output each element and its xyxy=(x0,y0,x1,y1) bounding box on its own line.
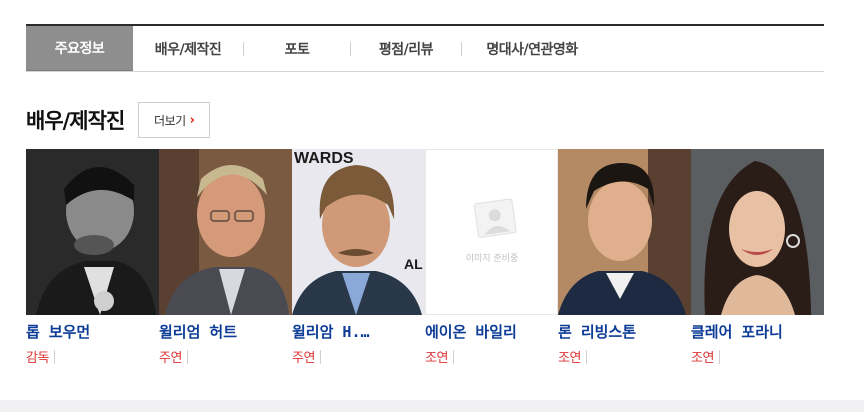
cast-name[interactable]: 클레어 포라니 xyxy=(691,321,824,342)
svg-text:이미지 준비중: 이미지 준비중 xyxy=(466,253,519,264)
cast-role: 조연 xyxy=(558,347,587,366)
cast-name[interactable]: 윌리엄 허트 xyxy=(159,321,292,342)
cast-role: 조연 xyxy=(691,347,720,366)
cast-section-header: 배우/제작진 더보기 › xyxy=(26,101,211,139)
cast-role: 조연 xyxy=(425,347,454,366)
cast-card: 론 리빙스톤 조연 xyxy=(558,149,691,369)
bottom-divider-strip xyxy=(0,400,864,412)
tab-ratings-reviews[interactable]: 평점/리뷰 xyxy=(351,26,461,71)
section-title: 배우/제작진 xyxy=(26,109,125,133)
info-tab-bar: 주요정보 배우/제작진 포토 평점/리뷰 명대사/연관영화 xyxy=(26,24,824,72)
more-button[interactable]: 더보기 › xyxy=(138,102,211,138)
cast-photo-placeholder[interactable]: 이미지 준비중 xyxy=(425,149,558,315)
cast-role: 주연 xyxy=(159,347,188,366)
svg-text:WARDS: WARDS xyxy=(294,150,354,167)
chevron-right-icon: › xyxy=(189,112,195,128)
cast-card: 윌리엄 허트 주연 xyxy=(159,149,292,369)
cast-card: 롭 보우먼 감독 xyxy=(26,149,159,369)
cast-card: WARDS AL 윌리암 H.… 주연 xyxy=(292,149,425,369)
cast-photo[interactable] xyxy=(558,149,691,315)
image-placeholder-icon: 이미지 준비중 xyxy=(426,150,557,314)
tab-quotes-related[interactable]: 명대사/연관영화 xyxy=(462,26,602,71)
cast-card: 이미지 준비중 에이온 바일리 조연 xyxy=(425,149,558,369)
cast-list: 롭 보우먼 감독 윌리엄 허트 주연 WARDS AL 윌리암 H.… 주연 이… xyxy=(26,149,824,369)
cast-photo[interactable] xyxy=(159,149,292,315)
cast-name[interactable]: 론 리빙스톤 xyxy=(558,321,691,342)
cast-name[interactable]: 윌리암 H.… xyxy=(292,321,425,342)
tab-cast-crew[interactable]: 배우/제작진 xyxy=(133,26,243,71)
cast-photo[interactable] xyxy=(691,149,824,315)
more-button-label: 더보기 xyxy=(154,113,186,128)
cast-name[interactable]: 에이온 바일리 xyxy=(425,321,558,342)
tab-main-info[interactable]: 주요정보 xyxy=(26,26,133,71)
cast-card: 클레어 포라니 조연 xyxy=(691,149,824,369)
cast-name[interactable]: 롭 보우먼 xyxy=(26,321,159,342)
svg-text:AL: AL xyxy=(404,256,423,272)
cast-role: 주연 xyxy=(292,347,321,366)
tab-photo[interactable]: 포토 xyxy=(244,26,350,71)
cast-role: 감독 xyxy=(26,347,55,366)
cast-photo[interactable]: WARDS AL xyxy=(292,149,425,315)
cast-photo[interactable] xyxy=(26,149,159,315)
